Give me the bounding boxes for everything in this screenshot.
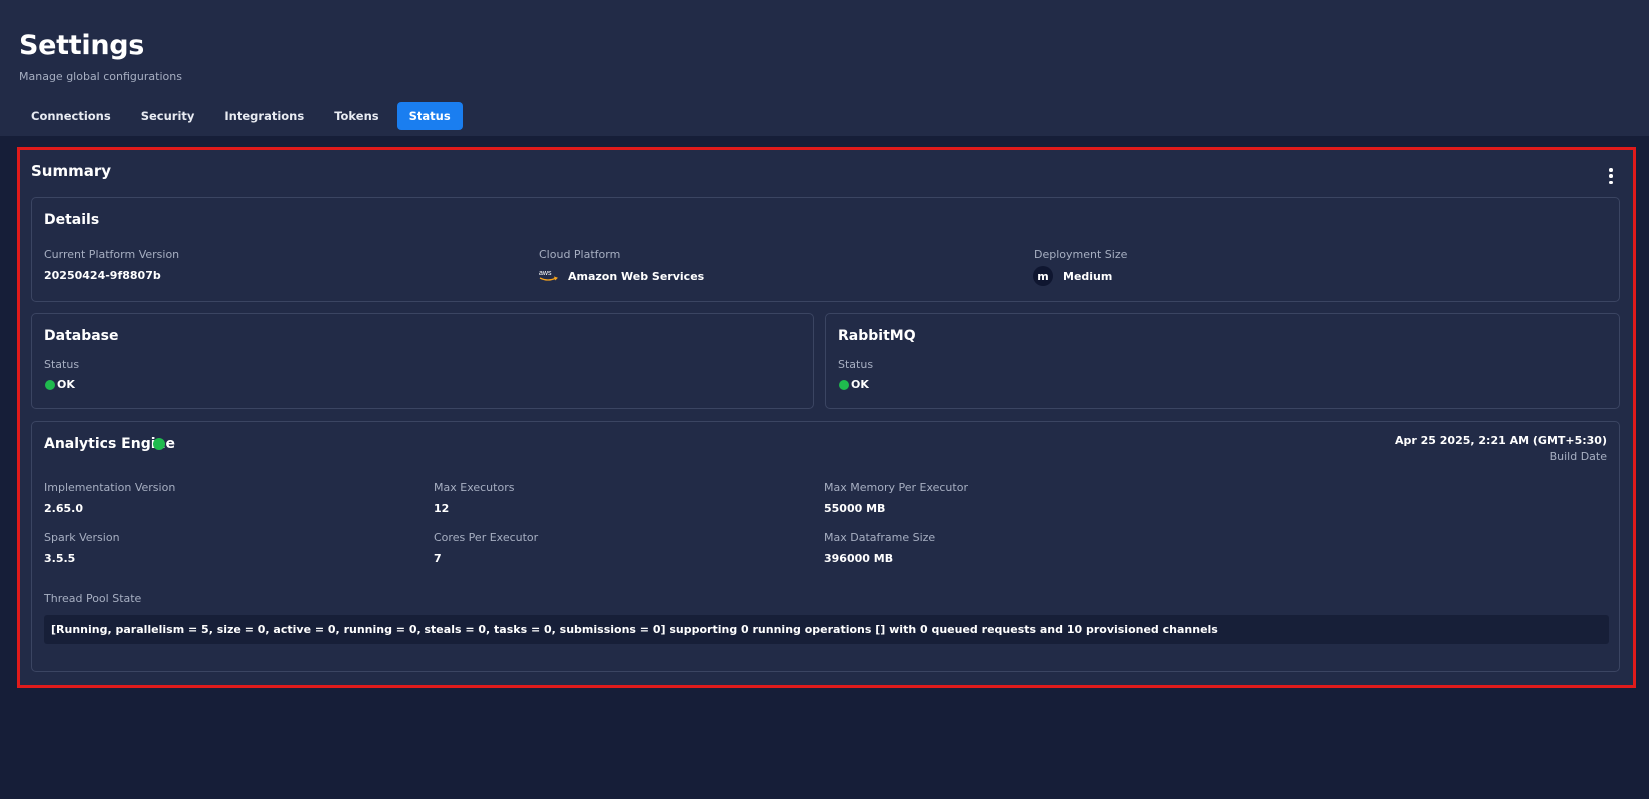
status-ok-icon <box>45 380 55 390</box>
cores-per-executor-value: 7 <box>434 552 442 565</box>
platform-version-value: 20250424-9f8807b <box>44 269 161 282</box>
tab-tokens[interactable]: Tokens <box>322 102 390 130</box>
tab-security[interactable]: Security <box>129 102 207 130</box>
thread-pool-state: [Running, parallelism = 5, size = 0, act… <box>44 615 1609 644</box>
page-title: Settings <box>19 30 145 61</box>
status-ok-icon <box>153 438 165 450</box>
deployment-size-label: Deployment Size <box>1034 248 1128 261</box>
max-executors-value: 12 <box>434 502 450 515</box>
page-subtitle: Manage global configurations <box>19 70 182 83</box>
database-status-value: OK <box>57 378 75 391</box>
max-memory-label: Max Memory Per Executor <box>824 481 968 494</box>
medium-size-icon: m <box>1033 266 1053 286</box>
settings-header: Settings Manage global configurations Co… <box>0 0 1649 136</box>
status-ok-icon <box>839 380 849 390</box>
summary-title: Summary <box>31 162 112 180</box>
vertical-dots-icon[interactable] <box>1605 168 1617 184</box>
tab-connections[interactable]: Connections <box>19 102 123 130</box>
platform-version-label: Current Platform Version <box>44 248 180 261</box>
build-date: Apr 25 2025, 2:21 AM (GMT+5:30) Build Da… <box>1395 434 1607 463</box>
rabbitmq-status-value: OK <box>851 378 869 391</box>
tab-status[interactable]: Status <box>396 102 463 130</box>
build-date-label: Build Date <box>1549 450 1607 463</box>
analytics-engine-card: Analytics Engine Apr 25 2025, 2:21 AM (G… <box>31 421 1620 672</box>
max-executors-label: Max Executors <box>434 481 515 494</box>
implementation-version-value: 2.65.0 <box>44 502 83 515</box>
aws-icon: aws <box>539 270 558 281</box>
max-dataframe-value: 396000 MB <box>824 552 894 565</box>
spark-version-label: Spark Version <box>44 531 120 544</box>
cloud-platform-value: Amazon Web Services <box>568 270 705 283</box>
thread-pool-label: Thread Pool State <box>44 592 142 605</box>
rabbitmq-title: RabbitMQ <box>838 328 916 344</box>
cloud-platform-label: Cloud Platform <box>539 248 621 261</box>
svg-text:aws: aws <box>539 270 552 277</box>
deployment-size-value: Medium <box>1063 270 1113 283</box>
database-card: Database Status OK <box>31 313 814 409</box>
details-card: Details Current Platform Version 2025042… <box>31 197 1620 302</box>
details-title: Details <box>44 212 100 228</box>
rabbitmq-status-label: Status <box>838 358 874 371</box>
database-title: Database <box>44 328 119 344</box>
max-memory-value: 55000 MB <box>824 502 886 515</box>
cores-per-executor-label: Cores Per Executor <box>434 531 539 544</box>
settings-tabs: Connections Security Integrations Tokens… <box>19 102 463 130</box>
build-date-value: Apr 25 2025, 2:21 AM (GMT+5:30) <box>1395 434 1607 447</box>
summary-panel: Summary Details Current Platform Version… <box>20 150 1633 685</box>
implementation-version-label: Implementation Version <box>44 481 176 494</box>
spark-version-value: 3.5.5 <box>44 552 76 565</box>
rabbitmq-card: RabbitMQ Status OK <box>825 313 1620 409</box>
tab-integrations[interactable]: Integrations <box>212 102 316 130</box>
max-dataframe-label: Max Dataframe Size <box>824 531 936 544</box>
database-status-label: Status <box>44 358 80 371</box>
